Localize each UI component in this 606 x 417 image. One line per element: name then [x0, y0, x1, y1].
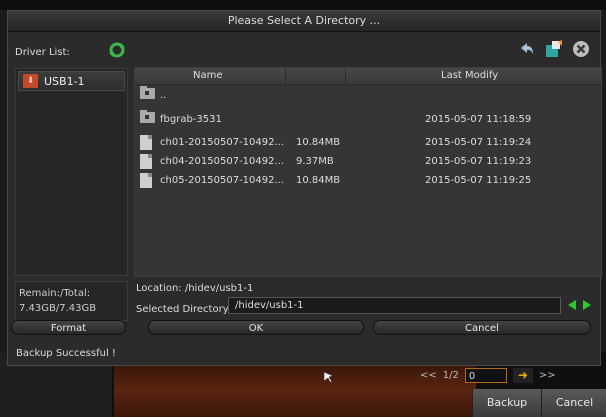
drive-list: ⬇ USB1-1: [15, 68, 128, 276]
refresh-icon[interactable]: [108, 41, 126, 62]
file-size: 10.84MB: [296, 174, 341, 186]
driver-list-label: Driver List:: [15, 47, 70, 58]
background-top-bar: [0, 0, 606, 10]
file-size: 9.37MB: [296, 155, 334, 167]
storage-info: Remain:/Total: 7.43GB/7.43GB: [15, 281, 128, 321]
file-row-parent[interactable]: ..: [135, 86, 601, 104]
cancel-button[interactable]: Cancel: [373, 320, 591, 335]
drive-label: USB1-1: [44, 74, 85, 88]
file-modified: 2015-05-07 11:19:24: [425, 136, 532, 148]
file-name: ch04-20150507-10492...: [160, 155, 285, 167]
file-modified: 2015-05-07 11:19:23: [425, 155, 532, 167]
remain-value: 7.43GB/7.43GB: [19, 303, 97, 314]
select-directory-dialog: Please Select A Directory ... Driver Lis…: [7, 10, 602, 366]
status-message: Backup Successful !: [16, 348, 116, 359]
bottom-cancel-button[interactable]: Cancel: [541, 389, 606, 417]
selected-directory-label: Selected Directory:: [136, 304, 232, 315]
dialog-title: Please Select A Directory ...: [8, 11, 600, 32]
file-list: Name Last Modify .. fbgrab-3531 2015-05-…: [134, 67, 602, 277]
pager-page: 1/2: [442, 369, 459, 381]
file-list-header: Name Last Modify: [135, 68, 601, 85]
file-name: ch05-20150507-10492...: [160, 174, 285, 186]
drive-item-usb1-1[interactable]: ⬇ USB1-1: [18, 71, 125, 91]
file-name: fbgrab-3531: [160, 113, 222, 125]
header-divider: [285, 68, 286, 84]
folder-icon: [140, 86, 155, 99]
folder-icon: [140, 110, 155, 123]
file-icon: [140, 173, 152, 188]
back-arrow-icon[interactable]: [518, 40, 536, 61]
file-icon: [140, 135, 152, 150]
file-modified: 2015-05-07 11:18:59: [425, 113, 532, 125]
selected-directory-input[interactable]: /hidev/usb1-1: [228, 297, 561, 314]
file-row[interactable]: fbgrab-3531 2015-05-07 11:18:59: [135, 110, 601, 128]
file-row[interactable]: ch04-20150507-10492... 9.37MB 2015-05-07…: [135, 152, 601, 170]
close-icon[interactable]: [572, 40, 590, 61]
format-button[interactable]: Format: [11, 320, 126, 335]
usb-drive-icon: ⬇: [23, 74, 38, 88]
toolbar-icons: [518, 40, 590, 61]
file-modified: 2015-05-07 11:19:25: [425, 174, 532, 186]
pager: << 1/2 0 ➜ >>: [420, 366, 556, 384]
file-name: ch01-20150507-10492...: [160, 136, 285, 148]
pager-prev[interactable]: <<: [420, 370, 437, 381]
pager-go-arrow-icon[interactable]: ➜: [512, 367, 533, 383]
new-folder-icon[interactable]: [544, 40, 564, 61]
file-icon: [140, 154, 152, 169]
arrow-right-icon[interactable]: [583, 300, 591, 310]
file-name: ..: [160, 89, 167, 101]
arrow-left-icon[interactable]: [568, 300, 576, 310]
mouse-cursor-icon: [323, 371, 335, 386]
file-size: 10.84MB: [296, 136, 341, 148]
pager-next[interactable]: >>: [539, 370, 556, 381]
backup-button[interactable]: Backup: [472, 389, 541, 417]
column-last-modify[interactable]: Last Modify: [441, 68, 498, 84]
header-divider: [345, 68, 346, 84]
remain-label: Remain:/Total:: [19, 288, 91, 299]
location-text: Location: /hidev/usb1-1: [136, 283, 254, 294]
pager-input[interactable]: 0: [464, 367, 507, 383]
file-row[interactable]: ch05-20150507-10492... 10.84MB 2015-05-0…: [135, 171, 601, 189]
column-name[interactable]: Name: [193, 68, 223, 84]
file-row[interactable]: ch01-20150507-10492... 10.84MB 2015-05-0…: [135, 133, 601, 151]
ok-button[interactable]: OK: [148, 320, 364, 335]
